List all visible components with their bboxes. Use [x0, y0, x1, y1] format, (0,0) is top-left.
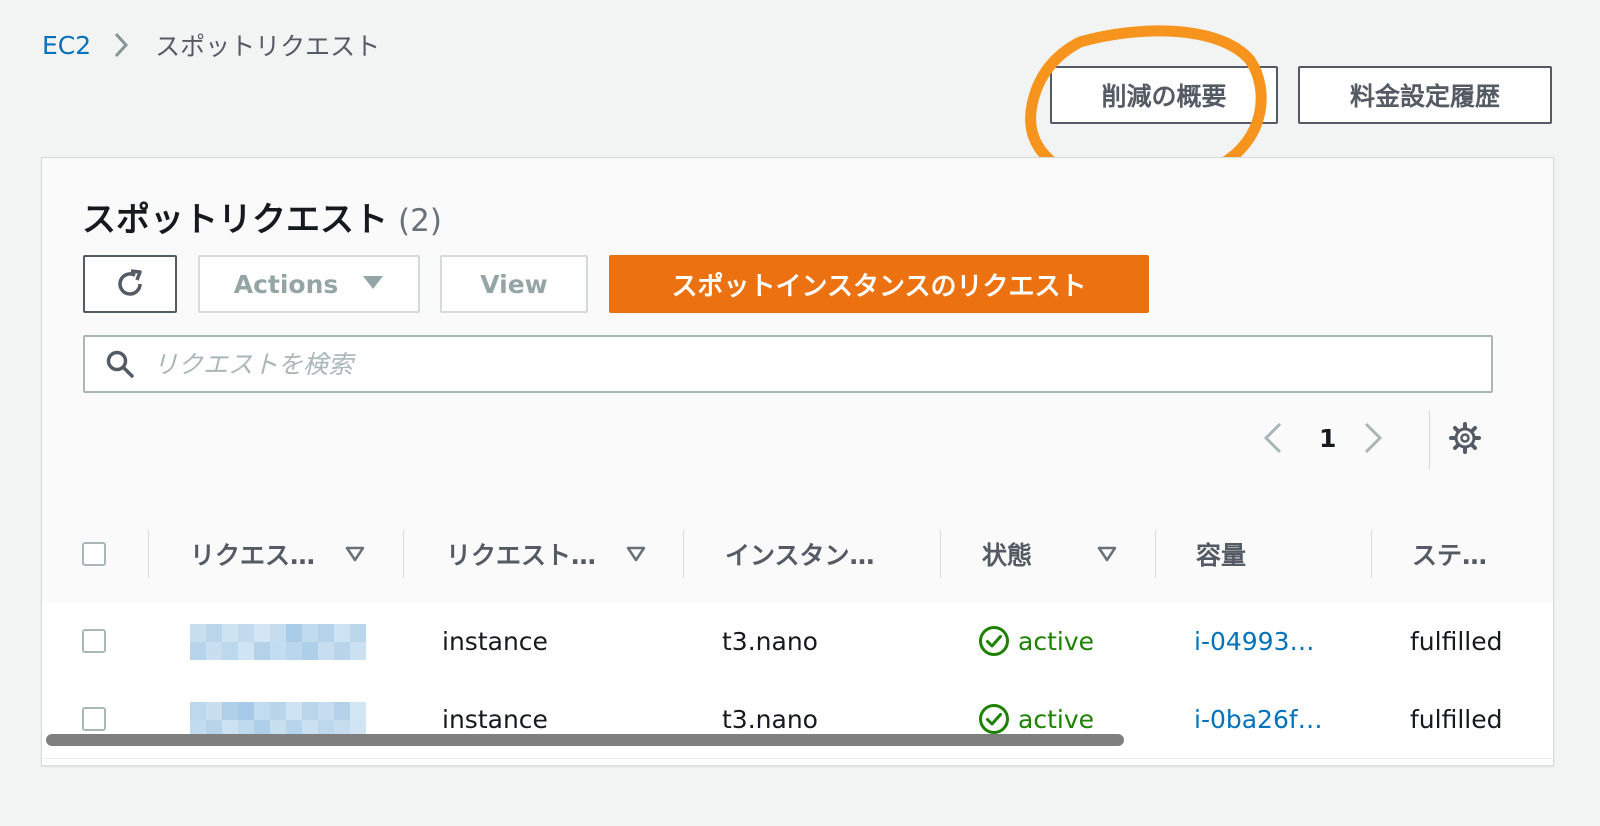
column-label: インスタン…: [725, 541, 875, 570]
checkbox[interactable]: [82, 707, 106, 731]
breadcrumb-current: スポットリクエスト: [155, 32, 381, 61]
cell-instance-type: t3.nano: [722, 626, 818, 656]
breadcrumb-ec2-link[interactable]: EC2: [42, 31, 91, 60]
column-label: リクエス…: [190, 541, 316, 570]
request-count: (2): [398, 203, 442, 239]
column-divider: [940, 530, 941, 578]
column-divider: [403, 530, 404, 578]
savings-summary-button[interactable]: 削減の概要: [1050, 66, 1278, 124]
state-text: active: [1018, 704, 1094, 734]
column-header-status[interactable]: ステ…: [1412, 506, 1487, 602]
view-button[interactable]: View: [440, 255, 588, 313]
request-spot-instance-button[interactable]: スポットインスタンスのリクエスト: [609, 255, 1149, 313]
select-all-checkbox[interactable]: [82, 506, 106, 602]
column-label: 状態: [982, 541, 1033, 570]
panel-header: スポットリクエスト (2) Actions View スポットインスタンスのリクエ…: [42, 158, 1553, 507]
cell-status: fulfilled: [1410, 626, 1503, 656]
search-box: [83, 335, 1493, 393]
cell-status: fulfilled: [1410, 704, 1503, 734]
column-divider: [1155, 530, 1156, 578]
chevron-right-icon[interactable]: [1362, 414, 1384, 462]
column-header-request-type[interactable]: リクエスト…: [446, 506, 686, 602]
state-text: active: [1018, 626, 1094, 656]
table-row[interactable]: instance t3.nano active i-04993… fulfill…: [42, 602, 1553, 681]
panel-title-text: スポットリクエスト: [82, 200, 388, 240]
sort-icon[interactable]: [626, 546, 646, 562]
chevron-right-icon: [113, 32, 129, 58]
breadcrumb: EC2 スポットリクエスト: [42, 28, 380, 62]
panel-title: スポットリクエスト (2): [82, 192, 442, 241]
table-row[interactable]: instance t3.nano active i-0ba26f… fulfil…: [42, 680, 1553, 759]
pager-divider: [1429, 410, 1430, 470]
redacted-request-id: [190, 624, 366, 660]
column-label: 容量: [1196, 541, 1247, 570]
column-divider: [1371, 530, 1372, 578]
redacted-request-id: [190, 702, 366, 738]
table-header: リクエス… リクエスト… インスタン… 状態 容量 ステ…: [42, 506, 1553, 604]
horizontal-scrollbar[interactable]: [46, 734, 1124, 746]
triangle-down-icon: [362, 274, 384, 295]
checkbox[interactable]: [82, 542, 106, 566]
cell-capacity-link[interactable]: i-0ba26f…: [1194, 680, 1323, 758]
cell-request-type: instance: [442, 626, 548, 656]
column-header-capacity[interactable]: 容量: [1196, 506, 1246, 602]
actions-button[interactable]: Actions: [198, 255, 420, 313]
actions-label: Actions: [233, 269, 339, 299]
cell-state: active: [978, 680, 1094, 758]
column-header-state[interactable]: 状態: [982, 506, 1122, 602]
row-checkbox[interactable]: [82, 680, 106, 758]
cell-request-type: instance: [442, 704, 548, 734]
checkbox[interactable]: [82, 629, 106, 653]
cell-capacity-link[interactable]: i-04993…: [1194, 602, 1315, 680]
pricing-history-button[interactable]: 料金設定履歴: [1298, 66, 1552, 124]
refresh-icon: [113, 267, 147, 301]
gear-icon[interactable]: [1448, 414, 1482, 462]
search-icon: [105, 349, 135, 379]
cell-instance-type: t3.nano: [722, 704, 818, 734]
check-circle-icon: [978, 703, 1010, 735]
column-divider: [148, 530, 149, 578]
column-header-instance-type[interactable]: インスタン…: [725, 506, 875, 602]
sort-icon[interactable]: [1097, 546, 1117, 562]
row-checkbox[interactable]: [82, 602, 106, 680]
check-circle-icon: [978, 625, 1010, 657]
column-header-request-id[interactable]: リクエス…: [190, 506, 404, 602]
page-number[interactable]: 1: [1319, 414, 1336, 462]
column-label: リクエスト…: [446, 541, 597, 570]
column-label: ステ…: [1412, 541, 1488, 570]
search-input[interactable]: [151, 338, 1491, 390]
spot-requests-panel: スポットリクエスト (2) Actions View スポットインスタンスのリクエ…: [41, 157, 1554, 766]
chevron-left-icon[interactable]: [1262, 414, 1284, 462]
refresh-button[interactable]: [83, 255, 177, 313]
column-divider: [683, 530, 684, 578]
sort-icon[interactable]: [345, 546, 365, 562]
cell-state: active: [978, 602, 1094, 680]
